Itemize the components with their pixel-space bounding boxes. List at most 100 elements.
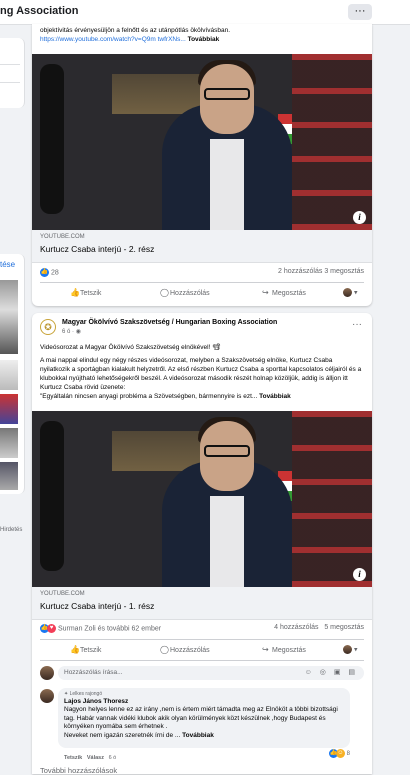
punching-bag — [40, 421, 64, 571]
audience-selector[interactable]: ▾ — [343, 288, 357, 297]
comment-reply-link[interactable]: Válasz — [87, 755, 104, 761]
shares-count[interactable]: 5 megosztás — [324, 624, 364, 631]
see-more-link[interactable]: Továbbiak — [259, 393, 291, 400]
link-source: YOUTUBE.COM — [40, 234, 85, 240]
haha-reaction-icon: ☺ — [335, 749, 345, 758]
ads-label[interactable]: Hirdetés — [0, 527, 22, 533]
photo-thumbnail[interactable] — [0, 360, 18, 390]
comment-body: Nagyon helyes lenne ez az irány ,nem is … — [64, 706, 338, 730]
comments-shares: 2 hozzászólás 3 megosztás — [278, 268, 364, 275]
boxing-ring-ropes — [292, 411, 372, 587]
post-body: A mai nappal elindul egy négy részes vid… — [40, 357, 362, 391]
link-preview[interactable]: YOUTUBE.COM Kurtucz Csaba interjú - 2. r… — [32, 230, 372, 263]
shares-count[interactable]: 3 megosztás — [324, 268, 364, 275]
comment-bubble: ✦ Lelkes rajongó Lajos János Thoresz Nag… — [58, 688, 350, 748]
audience-selector[interactable]: ▾ — [343, 645, 357, 654]
boxing-ring-ropes — [292, 54, 372, 230]
page-avatar[interactable]: ✪ — [40, 319, 56, 335]
comment-meta: Tetszik Válasz 6 ó — [64, 755, 116, 761]
globe-icon: ◉ — [75, 329, 81, 335]
left-photos-card: tése — [0, 254, 25, 494]
comment-like-link[interactable]: Tetszik — [64, 755, 82, 761]
video-player[interactable]: i — [32, 411, 372, 587]
interviewee-shirt — [210, 496, 244, 587]
trophy-shelf — [112, 74, 202, 114]
reactions-text: Surman Zoli és további 62 ember — [57, 625, 162, 633]
comment-text: Nagyon helyes lenne ez az irány ,nem is … — [64, 706, 344, 740]
info-icon[interactable]: i — [353, 211, 366, 224]
trophy-shelf — [112, 431, 202, 471]
comment-label: Hozzászólás — [170, 647, 210, 654]
comments-count[interactable]: 2 hozzászólás — [278, 268, 322, 275]
post-actions: 👍Tetszik ◯Hozzászólás ↪ Megosztás ▾ — [40, 642, 364, 660]
chevron-down-icon: ▾ — [353, 646, 358, 654]
comment-input[interactable]: Hozzászólás írása... ☺ ◎ ▣ ▤ — [58, 666, 364, 680]
see-more-link[interactable]: Továbbiak — [182, 732, 214, 739]
comment-reaction-count: 8 — [346, 751, 350, 758]
left-info-card — [0, 38, 25, 108]
avatar[interactable] — [40, 666, 54, 680]
post-quote: "Egyáltalán nincsen anyagi probléma a Sz… — [40, 393, 258, 400]
photos-card-link[interactable]: tése — [0, 260, 15, 269]
avatar — [343, 645, 352, 654]
like-label: Tetszik — [80, 290, 102, 297]
avatar[interactable] — [40, 689, 54, 703]
youtube-link[interactable]: https://www.youtube.com/watch?v=Q9m twfr… — [40, 36, 186, 43]
info-icon[interactable]: i — [353, 568, 366, 581]
divider — [40, 282, 364, 283]
comment-placeholder: Hozzászólás írása... — [64, 669, 123, 676]
photo-thumbnail[interactable] — [0, 462, 18, 490]
reactions-count: 28 — [50, 269, 59, 277]
comment-author[interactable]: Lajos János Thoresz — [64, 698, 128, 705]
interviewee-shirt — [210, 139, 244, 230]
comment-reactions[interactable]: 👍☺ 8 — [328, 749, 350, 758]
page-header: ng Association ··· — [0, 0, 410, 25]
post-text-intro: Videósorozat a Magyar Ökölvívó Szakszöve… — [40, 344, 221, 351]
link-title[interactable]: Kurtucz Csaba interjú - 2. rész — [40, 244, 154, 254]
comment-tools-icons[interactable]: ☺ ◎ ▣ ▤ — [305, 666, 358, 680]
post-text-body: A mai nappal elindul egy négy részes vid… — [40, 356, 364, 401]
divider — [0, 82, 20, 83]
photo-thumbnail[interactable] — [0, 394, 18, 424]
left-column: tése Hirdetés — [0, 30, 26, 774]
divider — [40, 639, 364, 640]
link-title[interactable]: Kurtucz Csaba interjú - 1. rész — [40, 601, 154, 611]
post-text: objektívitás érvényesüljön a felnőtt és … — [40, 26, 364, 44]
punching-bag — [40, 64, 64, 214]
post-stats: 👍♥ Surman Zoli és további 62 ember 4 hoz… — [40, 622, 364, 636]
reactions-summary[interactable]: 👍 28 — [40, 268, 59, 277]
comments-count[interactable]: 4 hozzászólás — [274, 624, 318, 631]
interviewee-glasses — [204, 445, 250, 457]
comment-body-tail: Neveket nem igazán szeretnék írni de ... — [64, 731, 181, 739]
love-reaction-icon: ♥ — [47, 624, 56, 633]
interviewee-glasses — [204, 88, 250, 100]
post-text-tail: objektívitás érvényesüljön a felnőtt és … — [40, 27, 231, 34]
post-options-icon[interactable]: ··· — [352, 319, 362, 330]
page-title[interactable]: ng Association — [0, 5, 78, 17]
share-label: Megosztás — [272, 647, 306, 654]
post-author[interactable]: Magyar Ökölvívó Szakszövetség / Hungaria… — [62, 319, 277, 326]
photo-thumbnail[interactable] — [0, 428, 18, 458]
share-button[interactable]: ↪ Megosztás — [262, 288, 306, 297]
see-more-link[interactable]: Továbbiak — [188, 36, 220, 43]
more-options-button[interactable]: ··· — [348, 4, 372, 20]
photo-thumbnail[interactable] — [0, 280, 18, 354]
link-preview[interactable]: YOUTUBE.COM Kurtucz Csaba interjú - 1. r… — [32, 587, 372, 620]
divider — [0, 64, 20, 65]
post-stats: 👍 28 2 hozzászólás 3 megosztás — [40, 266, 364, 280]
thumbs-up-icon: 👍 — [70, 288, 80, 297]
like-label: Tetszik — [80, 647, 102, 654]
like-button[interactable]: 👍Tetszik — [70, 645, 101, 654]
post-timestamp[interactable]: 6 ó · ◉ — [62, 328, 81, 335]
like-button[interactable]: 👍Tetszik — [70, 288, 101, 297]
reactions-summary[interactable]: 👍♥ Surman Zoli és további 62 ember — [40, 624, 161, 633]
chevron-down-icon: ▾ — [353, 289, 358, 297]
video-player[interactable]: i — [32, 54, 372, 230]
share-icon: ↪ — [262, 645, 269, 654]
share-button[interactable]: ↪ Megosztás — [262, 645, 306, 654]
share-label: Megosztás — [272, 290, 306, 297]
comment-time[interactable]: 6 ó — [109, 755, 117, 761]
thumbs-up-icon: 👍 — [70, 645, 80, 654]
comment-button[interactable]: ◯Hozzászólás — [160, 288, 210, 297]
comment-button[interactable]: ◯Hozzászólás — [160, 645, 210, 654]
